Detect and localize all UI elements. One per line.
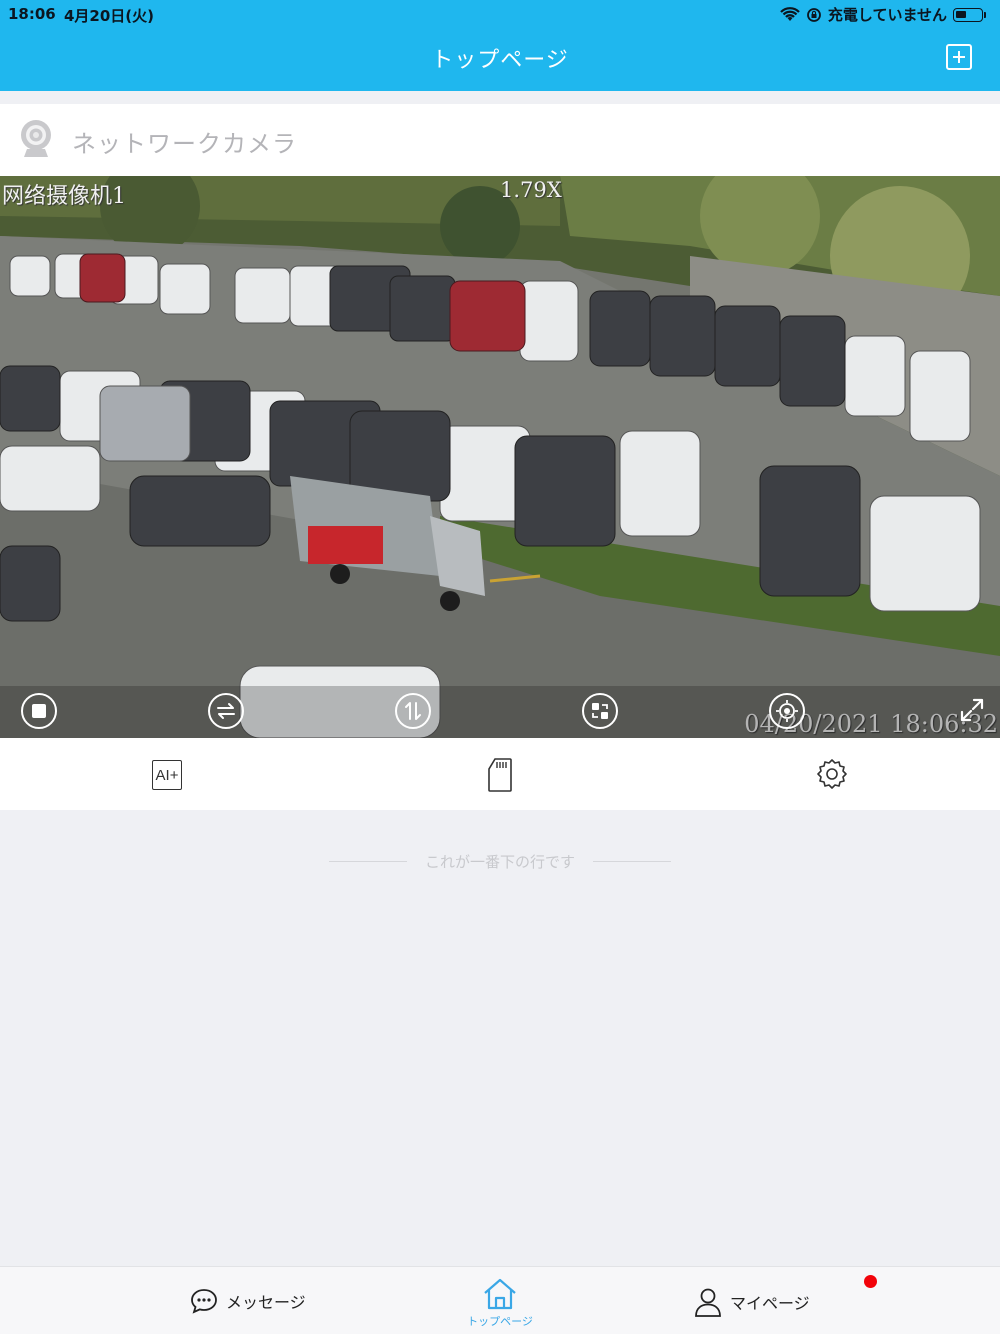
tab-messages[interactable]: メッセージ	[190, 1287, 306, 1315]
tab-mypage-label: マイページ	[730, 1294, 810, 1313]
tab-bar: メッセージ トップページ マイページ	[0, 1266, 1000, 1334]
webcam-icon	[21, 120, 51, 157]
tab-messages-label: メッセージ	[226, 1293, 306, 1312]
rotation-lock-icon	[806, 7, 821, 22]
separator	[0, 91, 1000, 104]
ptz-target-icon[interactable]	[769, 693, 805, 729]
stop-icon[interactable]	[21, 693, 57, 729]
status-right: 充電していません	[780, 4, 986, 25]
list-end-text: これが一番下の行です	[424, 852, 575, 871]
wifi-icon	[780, 6, 800, 21]
camera-toolbar: AI+	[0, 738, 1000, 810]
divider-right	[593, 860, 671, 862]
camera-live-view[interactable]: 网络摄像机1 1.79X 04/20/2021 18:06:32	[0, 176, 1000, 738]
gear-icon[interactable]	[816, 758, 848, 790]
swap-vertical-icon[interactable]	[395, 693, 431, 729]
tab-mypage[interactable]: マイページ	[694, 1287, 810, 1317]
user-icon	[695, 1288, 721, 1317]
fullscreen-icon[interactable]	[958, 696, 986, 724]
swap-horizontal-icon[interactable]	[208, 693, 244, 729]
camera-name: ネットワークカメラ	[72, 130, 297, 158]
tab-home-label: トップページ	[467, 1315, 533, 1328]
list-end-note: これが一番下の行です	[0, 850, 1000, 872]
camera-feed-image	[0, 176, 1000, 738]
page-title: トップページ	[431, 48, 569, 73]
battery-icon	[953, 7, 983, 22]
nav-bar: トップページ	[0, 28, 1000, 91]
status-bar: 18:06 4月20日(火) 充電していません	[0, 0, 1000, 28]
home-icon	[484, 1278, 516, 1310]
camera-card-header[interactable]: ネットワークカメラ	[0, 104, 1000, 176]
battery-tip	[984, 11, 986, 18]
divider-left	[328, 860, 407, 862]
video-control-bar	[0, 686, 1000, 738]
chat-bubble-icon	[191, 1289, 217, 1314]
ai-plus-button[interactable]: AI+	[152, 760, 182, 790]
sd-card-icon[interactable]	[488, 758, 512, 792]
osd-zoom-level: 1.79X	[500, 178, 562, 202]
tab-home[interactable]: トップページ	[450, 1277, 550, 1329]
status-time: 18:06	[8, 5, 56, 23]
charging-status: 充電していません	[827, 6, 947, 24]
plus-square-icon[interactable]	[946, 44, 972, 70]
switch-view-icon[interactable]	[582, 693, 618, 729]
notification-badge	[864, 1275, 877, 1288]
status-date: 4月20日(火)	[64, 7, 155, 25]
osd-camera-name: 网络摄像机1	[2, 184, 126, 209]
